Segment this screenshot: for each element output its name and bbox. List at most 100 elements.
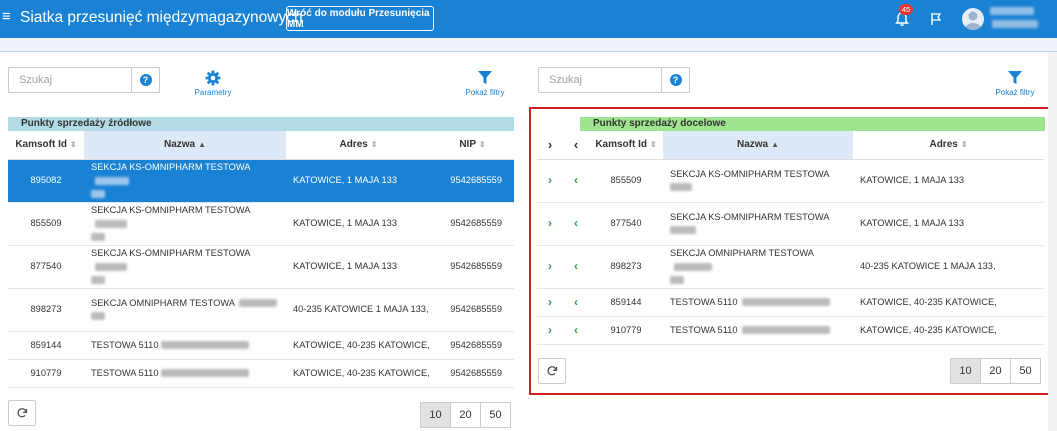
right-table-caption: Punkty sprzedaży docelowe [580, 117, 1045, 131]
table-row[interactable]: › ‹ 910779 TESTOWA 5110 KATOWICE, 40-235… [537, 316, 1044, 345]
col-header-name[interactable]: Nazwa ▲ [84, 131, 286, 160]
left-refresh-button[interactable] [8, 400, 36, 426]
table-row[interactable]: 895082 SEKCJA KS-OMNIPHARM TESTOWA KATOW… [8, 159, 514, 203]
cell-id: 859144 [589, 288, 663, 317]
cell-id: 910779 [589, 316, 663, 345]
cell-name: SEKCJA OMNIPHARM TESTOWA [663, 245, 853, 289]
cell-id: 898273 [589, 245, 663, 289]
avatar[interactable] [962, 8, 984, 30]
page-size-50[interactable]: 50 [480, 402, 511, 428]
cell-id: 898273 [8, 288, 84, 332]
left-show-filters-button[interactable]: Pokaż filtry [455, 70, 515, 97]
cell-id: 877540 [589, 202, 663, 246]
cell-id: 859144 [8, 331, 84, 360]
page-size-20[interactable]: 20 [450, 402, 481, 428]
cell-address: KATOWICE, 40-235 KATOWICE, [853, 316, 1044, 345]
table-row[interactable]: › ‹ 898273 SEKCJA OMNIPHARM TESTOWA 40-2… [537, 245, 1044, 289]
table-row[interactable]: 910779 TESTOWA 5110 KATOWICE, 40-235 KAT… [8, 359, 514, 388]
show-filters-label: Pokaż filtry [995, 88, 1035, 97]
cell-nip: 9542685559 [431, 159, 514, 203]
move-left-icon[interactable]: ‹ [563, 202, 589, 246]
back-to-mm-button[interactable]: Wróć do modułu Przesunięcia MM [286, 6, 434, 31]
table-row[interactable]: 855509 SEKCJA KS-OMNIPHARM TESTOWA KATOW… [8, 202, 514, 246]
right-search-input-wrapper [538, 67, 662, 93]
move-all-right-button[interactable]: › [537, 131, 563, 160]
cell-nip: 9542685559 [431, 202, 514, 246]
sort-icon: ⇕ [649, 140, 657, 150]
col-header-nip[interactable]: NIP ⇕ [431, 131, 514, 160]
cell-name: SEKCJA OMNIPHARM TESTOWA [84, 288, 286, 332]
table-row[interactable]: › ‹ 859144 TESTOWA 5110 KATOWICE, 40-235… [537, 288, 1044, 317]
left-search-help-button[interactable]: ? [132, 67, 160, 93]
move-right-icon[interactable]: › [537, 202, 563, 246]
sort-icon: ⇕ [478, 140, 486, 150]
cell-name: SEKCJA KS-OMNIPHARM TESTOWA [84, 202, 286, 246]
refresh-icon [547, 366, 558, 376]
col-header-name[interactable]: Nazwa ▲ [663, 131, 853, 160]
table-row[interactable]: › ‹ 877540 SEKCJA KS-OMNIPHARM TESTOWA K… [537, 202, 1044, 246]
header-strip [0, 38, 1057, 52]
move-right-icon[interactable]: › [537, 245, 563, 289]
menu-icon[interactable]: ≡ [2, 9, 12, 24]
notification-badge: 45 [899, 4, 913, 15]
table-row[interactable]: 859144 TESTOWA 5110 KATOWICE, 40-235 KAT… [8, 331, 514, 360]
refresh-icon [17, 408, 28, 418]
move-left-icon[interactable]: ‹ [563, 288, 589, 317]
page-scrollbar[interactable] [1048, 52, 1057, 431]
cell-name: SEKCJA KS-OMNIPHARM TESTOWA [84, 245, 286, 289]
move-right-icon[interactable]: › [537, 159, 563, 203]
filter-icon [478, 71, 492, 84]
cell-address: KATOWICE, 1 MAJA 133 [286, 245, 431, 289]
user-name[interactable] [990, 5, 1038, 33]
cell-id: 877540 [8, 245, 84, 289]
help-icon: ? [139, 74, 152, 86]
cell-name: SEKCJA KS-OMNIPHARM TESTOWA [84, 159, 286, 203]
parameters-label: Parametry [194, 88, 232, 97]
help-icon: ? [669, 74, 682, 86]
parameters-button[interactable]: Parametry [183, 70, 243, 97]
move-right-icon[interactable]: › [537, 316, 563, 345]
sort-icon: ⇕ [69, 140, 77, 150]
cell-address: 40-235 KATOWICE 1 MAJA 133, [853, 245, 1044, 289]
left-table-caption: Punkty sprzedaży źródłowe [8, 117, 514, 131]
col-header-kamsoft-id[interactable]: Kamsoft Id ⇕ [589, 131, 663, 160]
cell-id: 910779 [8, 359, 84, 388]
page-size-50[interactable]: 50 [1010, 358, 1041, 384]
right-show-filters-button[interactable]: Pokaż filtry [985, 70, 1045, 97]
top-bar: ≡ Siatka przesunięć międzymagazynowych W… [0, 0, 1057, 38]
page-size-10[interactable]: 10 [420, 402, 451, 428]
table-row[interactable]: › ‹ 855509 SEKCJA KS-OMNIPHARM TESTOWA K… [537, 159, 1044, 203]
right-search-help-button[interactable]: ? [662, 67, 690, 93]
page-size-10[interactable]: 10 [950, 358, 981, 384]
col-header-kamsoft-id[interactable]: Kamsoft Id ⇕ [8, 131, 84, 160]
table-row[interactable]: 877540 SEKCJA KS-OMNIPHARM TESTOWA KATOW… [8, 245, 514, 289]
move-left-icon[interactable]: ‹ [563, 316, 589, 345]
target-points-table: › ‹ Kamsoft Id ⇕ Nazwa ▲ Adres ⇕ › ‹ 855509… [537, 131, 1044, 345]
right-refresh-button[interactable] [538, 358, 566, 384]
move-left-icon[interactable]: ‹ [563, 159, 589, 203]
right-search-input[interactable] [539, 68, 661, 92]
cell-address: KATOWICE, 1 MAJA 133 [853, 202, 1044, 246]
cell-name: SEKCJA KS-OMNIPHARM TESTOWA [663, 202, 853, 246]
flag-icon[interactable] [929, 12, 943, 26]
cell-address: KATOWICE, 1 MAJA 133 [853, 159, 1044, 203]
left-search-input-wrapper [8, 67, 132, 93]
table-row[interactable]: 898273 SEKCJA OMNIPHARM TESTOWA 40-235 K… [8, 288, 514, 332]
cell-name: TESTOWA 5110 [84, 359, 286, 388]
sort-icon: ⇕ [370, 140, 378, 150]
cell-nip: 9542685559 [431, 288, 514, 332]
filter-icon [1008, 71, 1022, 84]
sort-icon: ⇕ [960, 140, 968, 150]
col-header-address[interactable]: Adres ⇕ [286, 131, 431, 160]
cell-address: 40-235 KATOWICE 1 MAJA 133, [286, 288, 431, 332]
page-title: Siatka przesunięć międzymagazynowych [20, 9, 303, 26]
move-right-icon[interactable]: › [537, 288, 563, 317]
move-all-left-button[interactable]: ‹ [563, 131, 589, 160]
left-page-size-selector: 10 20 50 [420, 402, 511, 428]
move-left-icon[interactable]: ‹ [563, 245, 589, 289]
page-size-20[interactable]: 20 [980, 358, 1011, 384]
left-search-input[interactable] [9, 68, 131, 92]
cell-nip: 9542685559 [431, 245, 514, 289]
source-points-table: Kamsoft Id ⇕ Nazwa ▲ Adres ⇕ NIP ⇕ 895082 SE… [8, 131, 514, 388]
col-header-address[interactable]: Adres ⇕ [853, 131, 1044, 160]
